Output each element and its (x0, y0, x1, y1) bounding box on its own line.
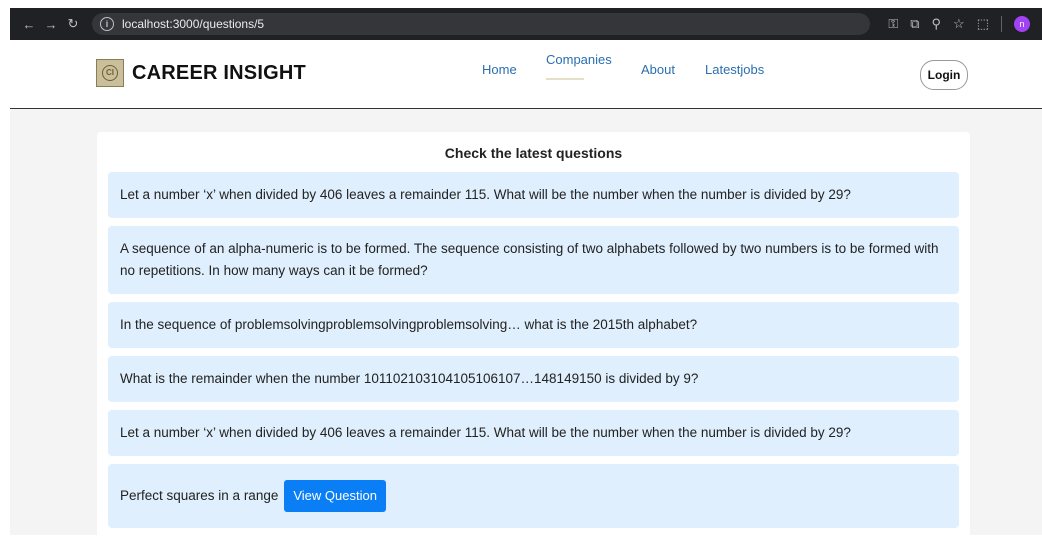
browser-toolbar: ← → ↻ i localhost:3000/questions/5 ⚿ ⧉ ⚲… (10, 8, 1042, 40)
url-text: localhost:3000/questions/5 (122, 17, 265, 31)
brand[interactable]: CI CAREER INSIGHT (96, 59, 306, 87)
question-text: A sequence of an alpha-numeric is to be … (120, 241, 939, 278)
questions-card: Check the latest questions Let a number … (97, 132, 970, 537)
question-item: Perfect squares in a range View Question (108, 464, 959, 528)
logo-icon: CI (96, 59, 124, 87)
nav-link-about[interactable]: About (641, 62, 675, 77)
forward-icon[interactable]: → (40, 17, 62, 32)
question-item[interactable]: A sequence of an alpha-numeric is to be … (108, 226, 959, 294)
questions-heading: Check the latest questions (444, 145, 623, 161)
login-button[interactable]: Login (920, 60, 968, 90)
nav-link-latestjobs[interactable]: Latestjobs (705, 62, 764, 77)
question-text: Let a number ‘x’ when divided by 406 lea… (120, 425, 851, 440)
nav-link-companies[interactable]: Companies (546, 52, 612, 67)
question-item[interactable]: Let a number ‘x’ when divided by 406 lea… (108, 410, 959, 456)
question-text: In the sequence of problemsolvingproblem… (120, 317, 698, 332)
back-icon[interactable]: ← (18, 17, 40, 32)
question-item[interactable]: What is the remainder when the number 10… (108, 356, 959, 402)
key-icon[interactable]: ⚿ (888, 16, 898, 32)
reload-icon[interactable]: ↻ (62, 16, 84, 32)
question-item[interactable]: In the sequence of problemsolvingproblem… (108, 302, 959, 348)
address-bar[interactable]: i localhost:3000/questions/5 (92, 13, 870, 35)
page: CI CAREER INSIGHT Home Companies About L… (10, 40, 1042, 537)
install-icon[interactable]: ⧉ (910, 16, 919, 32)
extensions-icon[interactable]: ⬚ (977, 16, 989, 32)
profile-avatar[interactable]: n (1014, 16, 1030, 32)
star-icon[interactable]: ☆ (953, 16, 965, 32)
zoom-icon[interactable]: ⚲ (932, 16, 942, 32)
question-text: Perfect squares in a range (120, 488, 279, 503)
info-icon[interactable]: i (100, 17, 114, 31)
view-question-button[interactable]: View Question (284, 480, 386, 512)
question-item[interactable]: Let a number ‘x’ when divided by 406 lea… (108, 172, 959, 218)
brand-name: CAREER INSIGHT (132, 61, 306, 84)
navbar: CI CAREER INSIGHT Home Companies About L… (10, 40, 1042, 109)
active-nav-indicator (546, 78, 584, 80)
toolbar-separator (1001, 16, 1002, 32)
question-text: Let a number ‘x’ when divided by 406 lea… (120, 187, 851, 202)
nav-link-home[interactable]: Home (482, 62, 517, 77)
question-text: What is the remainder when the number 10… (120, 371, 699, 386)
